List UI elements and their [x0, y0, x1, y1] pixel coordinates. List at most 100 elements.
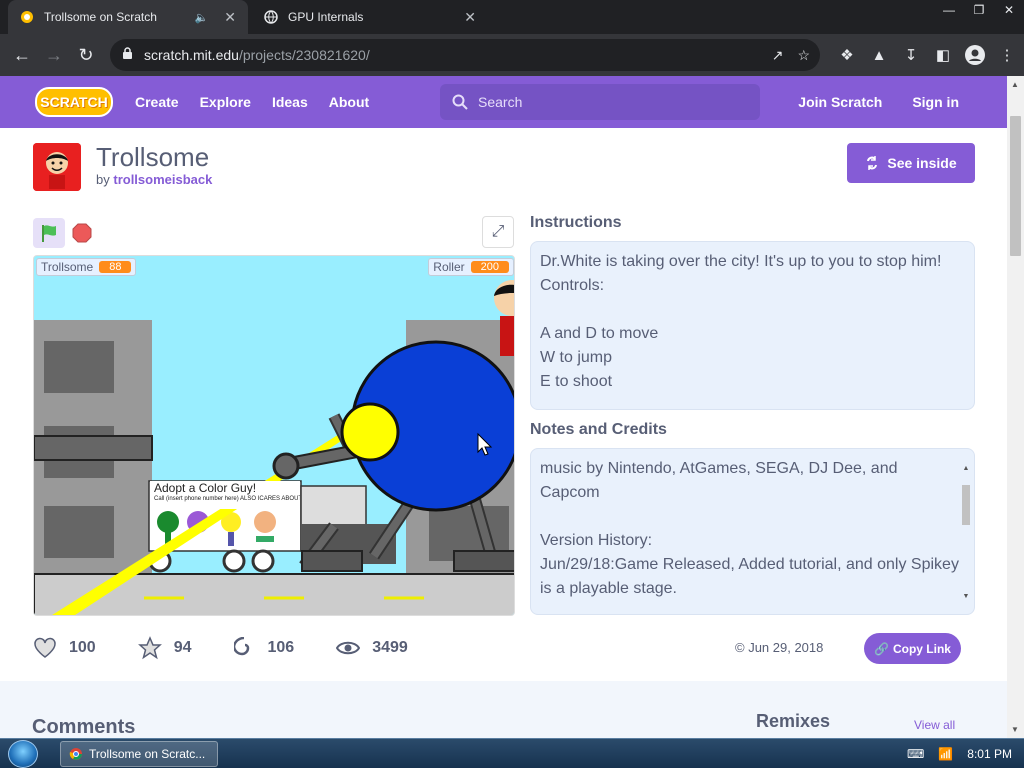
comments-heading: Comments [32, 716, 136, 738]
monitor-label: Roller [433, 260, 465, 274]
instructions-line: E to shoot [540, 373, 613, 390]
join-scratch-link[interactable]: Join Scratch [798, 94, 882, 110]
sign-title: Adopt a Color Guy! [154, 481, 257, 495]
speaker-icon[interactable]: 🔈 [195, 11, 209, 24]
heart-icon [34, 637, 56, 658]
view-count: 3499 [372, 639, 408, 656]
view-all-link[interactable]: View all [914, 718, 955, 732]
notes-scrollbar[interactable]: ▲ ▼ [960, 457, 972, 609]
instructions-line: Controls: [540, 277, 605, 294]
notes-line: Jun/29/18:Game Released, Added tutorial,… [540, 556, 959, 573]
stage-canvas [34, 256, 514, 615]
side-panel-icon[interactable]: ◧ [932, 39, 954, 71]
scrollbar-thumb[interactable] [1010, 116, 1021, 256]
monitor-label: Trollsome [41, 260, 94, 274]
globe-icon [264, 10, 278, 24]
notes-panel[interactable]: music by Nintendo, AtGames, SEGA, DJ Dee… [530, 448, 975, 615]
remix-count: 106 [267, 639, 295, 656]
project-thumbnail [33, 143, 81, 191]
monitor-value: 88 [99, 261, 132, 273]
monitor-value: 200 [470, 261, 509, 273]
back-arrow-icon[interactable]: ← [6, 39, 38, 71]
nav-create[interactable]: Create [135, 94, 179, 110]
see-inside-label: See inside [887, 155, 957, 171]
instructions-line: W to jump [540, 349, 613, 366]
tab-gpu-internals[interactable]: GPU Internals ✕ [252, 0, 488, 34]
see-inside-button[interactable]: See inside [847, 143, 975, 183]
green-flag-button[interactable] [33, 218, 65, 248]
extensions-puzzle-icon[interactable]: ❖ [836, 39, 858, 71]
windows-taskbar: Trollsome on Scratc... ⌨ 📶 8:01 PM [0, 738, 1024, 768]
keyboard-icon[interactable]: ⌨ [907, 747, 924, 761]
clock[interactable]: 8:01 PM [967, 747, 1012, 761]
minimize-icon[interactable]: — [934, 0, 964, 20]
extension-area: ❖ ▲ ↧ ◧ ⋮ [836, 39, 1018, 71]
bookmark-star-icon[interactable]: ☆ [797, 47, 810, 64]
instructions-line: Dr.White is taking over the city! It's u… [540, 253, 942, 270]
search-input[interactable]: Search [440, 84, 760, 120]
page-scrollbar[interactable]: ▲ ▼ [1007, 76, 1024, 738]
notes-line [540, 505, 965, 529]
scroll-down-icon[interactable]: ▼ [1011, 725, 1019, 734]
love-stat[interactable]: 100 [33, 637, 96, 659]
fullscreen-button[interactable]: ⤢ [482, 216, 514, 248]
reload-icon[interactable]: ↻ [70, 39, 102, 71]
forward-arrow-icon[interactable]: → [38, 39, 70, 71]
share-date: © Jun 29, 2018 [735, 640, 824, 655]
network-icon[interactable]: 📶 [938, 747, 953, 761]
close-window-icon[interactable]: ✕ [994, 0, 1024, 20]
flask-icon[interactable]: ▲ [868, 39, 890, 71]
remix-icon [867, 156, 878, 170]
scroll-up-icon[interactable]: ▲ [960, 457, 972, 481]
taskbar-item-label: Trollsome on Scratc... [89, 747, 206, 761]
nav-ideas[interactable]: Ideas [272, 94, 308, 110]
view-stat: 3499 [336, 639, 408, 657]
notes-heading: Notes and Credits [530, 421, 667, 438]
url-path: /projects/230821620/ [238, 47, 370, 63]
notes-line: Version History: [540, 532, 653, 549]
nav-explore[interactable]: Explore [200, 94, 251, 110]
scroll-up-icon[interactable]: ▲ [1011, 80, 1019, 89]
by-label: by [96, 172, 110, 187]
lower-section-band [0, 681, 1007, 738]
nav-about[interactable]: About [329, 94, 369, 110]
browser-tab-bar: Trollsome on Scratch 🔈 ✕ GPU Internals ✕… [0, 0, 1024, 34]
start-button[interactable] [8, 740, 38, 768]
copy-link-button[interactable]: 🔗 Copy Link [864, 633, 961, 664]
scrollbar-thumb[interactable] [962, 485, 970, 525]
close-tab-icon[interactable]: ✕ [224, 9, 236, 26]
close-tab-icon[interactable]: ✕ [464, 9, 476, 26]
star-icon [137, 636, 162, 660]
variable-monitor-roller: Roller 200 [428, 258, 514, 276]
lock-icon [122, 47, 136, 63]
profile-avatar-icon[interactable] [964, 39, 986, 71]
download-icon[interactable]: ↧ [900, 39, 922, 71]
restore-icon[interactable]: ❐ [964, 0, 994, 20]
author-link[interactable]: trollsomeisback [113, 172, 212, 187]
project-stage[interactable]: Trollsome 88 Roller 200 Adopt a Color Gu… [33, 255, 515, 616]
share-icon[interactable]: ↗ [772, 47, 784, 64]
instructions-line [540, 298, 965, 322]
project-stats: 100 94 106 3499 [33, 636, 450, 660]
remixes-heading: Remixes [756, 711, 831, 731]
truck-sign: Adopt a Color Guy! Call (insert phone nu… [150, 481, 300, 509]
url-host: scratch.mit.edu [144, 47, 239, 63]
project-title: Trollsome [96, 142, 210, 172]
sign-in-link[interactable]: Sign in [912, 94, 959, 110]
favorite-stat[interactable]: 94 [137, 636, 192, 660]
address-bar[interactable]: scratch.mit.edu/projects/230821620/ ↗ ☆ [110, 39, 820, 71]
remix-stat: 106 [233, 637, 295, 659]
scratch-logo[interactable]: SCRATCH [35, 87, 113, 117]
project-author-line: by trollsomeisback [96, 172, 212, 187]
scroll-down-icon[interactable]: ▼ [960, 585, 972, 609]
copy-link-label: Copy Link [892, 641, 951, 656]
instructions-heading: Instructions [530, 214, 622, 231]
scratch-navbar: SCRATCH Create Explore Ideas About Searc… [0, 76, 1007, 128]
taskbar-chrome-item[interactable]: Trollsome on Scratc... [60, 741, 218, 767]
stop-button[interactable] [71, 222, 93, 244]
chrome-icon [69, 748, 82, 760]
menu-kebab-icon[interactable]: ⋮ [996, 39, 1018, 71]
tab-trollsome[interactable]: Trollsome on Scratch 🔈 ✕ [8, 0, 248, 34]
instructions-panel[interactable]: Dr.White is taking over the city! It's u… [530, 241, 975, 410]
love-count: 100 [69, 639, 96, 656]
